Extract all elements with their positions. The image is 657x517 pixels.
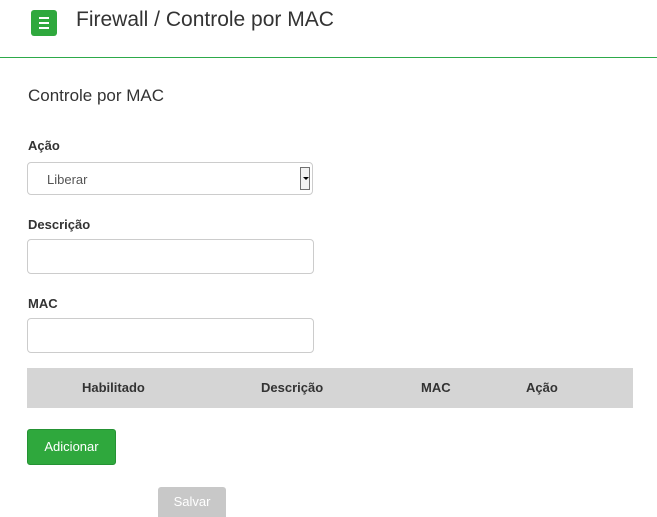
page-title: Firewall / Controle por MAC <box>76 8 334 31</box>
page-header: Firewall / Controle por MAC <box>0 0 657 58</box>
description-label: Descrição <box>28 217 91 232</box>
save-button[interactable]: Salvar <box>158 487 226 517</box>
mac-label: MAC <box>28 296 58 311</box>
column-header-description: Descrição <box>261 380 324 395</box>
section-title: Controle por MAC <box>28 86 165 105</box>
action-select[interactable]: Liberar <box>27 162 313 195</box>
column-header-action: Ação <box>526 380 558 395</box>
menu-icon[interactable] <box>31 10 57 36</box>
action-label: Ação <box>28 138 60 153</box>
add-button[interactable]: Adicionar <box>27 429 116 465</box>
action-select-value: Liberar <box>47 172 88 187</box>
column-header-mac: MAC <box>421 380 451 395</box>
mac-input[interactable] <box>27 318 314 353</box>
table-header: Habilitado Descrição MAC Ação <box>27 368 633 408</box>
column-header-enabled: Habilitado <box>82 380 145 395</box>
chevron-down-icon[interactable] <box>300 167 310 190</box>
description-input[interactable] <box>27 239 314 274</box>
